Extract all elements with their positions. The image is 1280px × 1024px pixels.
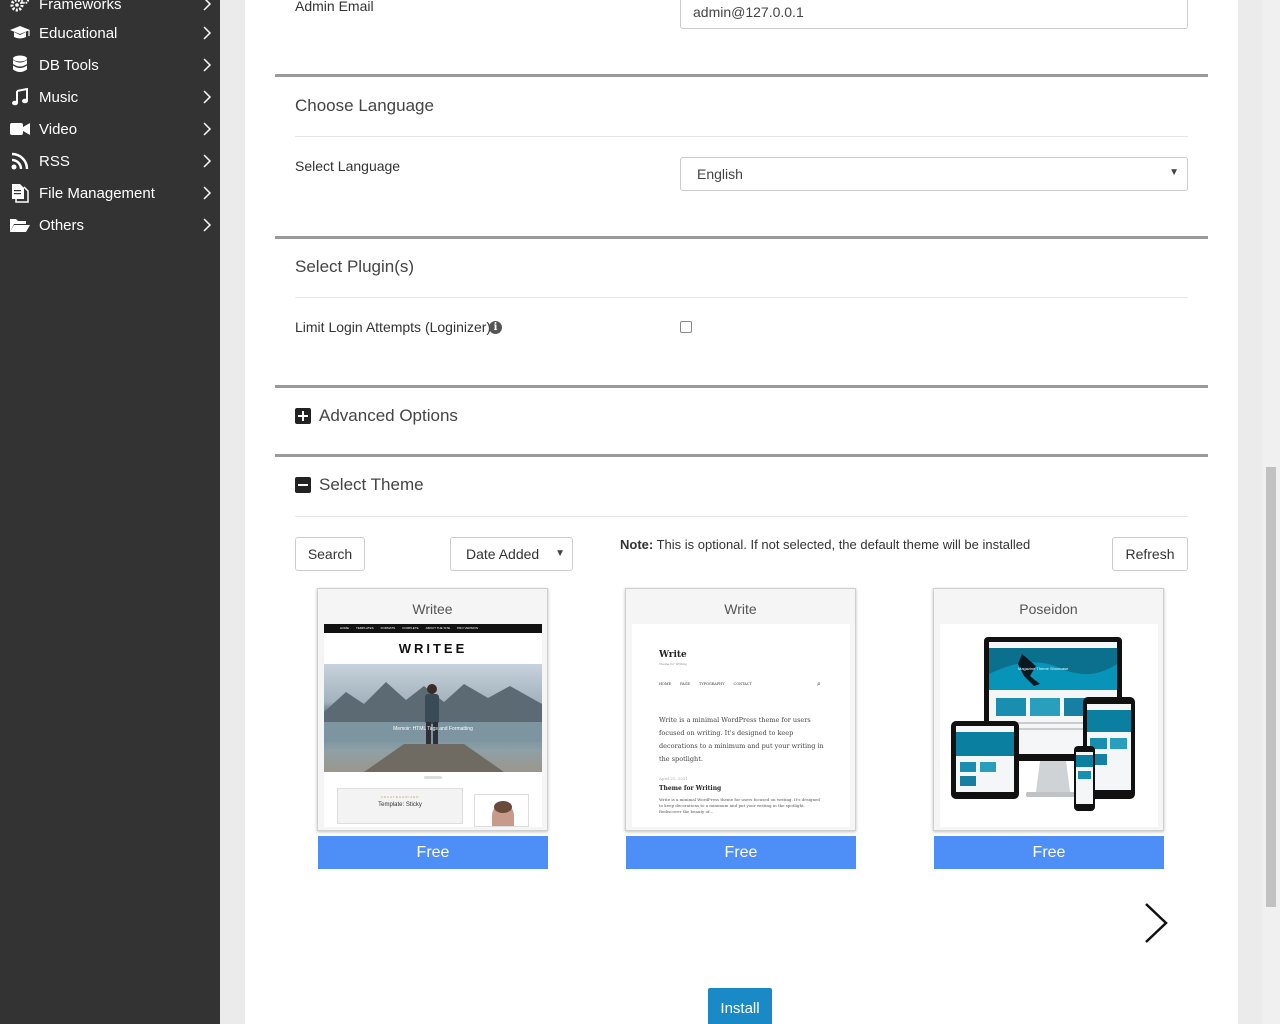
dropdown-arrow-icon: ▼ <box>1169 167 1179 178</box>
plus-square-icon <box>295 408 311 424</box>
preview-search-icon: ⌕ <box>817 680 821 688</box>
graduation-cap-icon <box>9 23 31 43</box>
sidebar: Frameworks Educational DB Tools Music Vi… <box>0 0 220 1024</box>
theme-preview-image: HOME TEMPLATES FORMATS COMPLETE ABOUT THE SI… <box>324 624 542 827</box>
theme-note: Note: This is optional. If not selected,… <box>620 537 1030 552</box>
note-bold: Note: <box>620 537 654 552</box>
language-selected-value: English <box>697 166 743 182</box>
sidebar-item-rss[interactable]: RSS <box>0 145 220 177</box>
plugin-loginizer-checkbox[interactable] <box>680 321 692 333</box>
sidebar-item-label: Video <box>39 120 78 138</box>
sidebar-item-file-management[interactable]: File Management <box>0 177 220 209</box>
section-divider <box>275 385 1208 388</box>
theme-search-button[interactable]: Search <box>295 537 365 571</box>
select-theme-toggle[interactable]: Select Theme <box>295 475 424 495</box>
theme-name: Poseidon <box>1019 601 1078 617</box>
page-scrollbar[interactable] <box>1262 0 1280 1024</box>
divider <box>295 516 1188 517</box>
advanced-options-heading: Advanced Options <box>319 406 458 425</box>
chevron-right-icon[interactable] <box>1142 901 1172 945</box>
theme-sort-select[interactable]: Date Added ▼ <box>450 537 573 571</box>
sidebar-item-label: DB Tools <box>39 56 99 74</box>
database-icon <box>9 55 31 75</box>
dropdown-arrow-icon: ▼ <box>555 548 565 559</box>
choose-language-heading: Choose Language <box>295 96 434 115</box>
chevron-right-icon <box>203 186 212 200</box>
install-form-panel: Admin Email admin@127.0.0.1 Choose Langu… <box>245 0 1238 1024</box>
divider <box>295 136 1188 137</box>
theme-card-poseidon[interactable]: Poseidon Magazine Theme Showcase <box>933 588 1164 831</box>
info-icon[interactable]: i <box>489 321 502 334</box>
language-select[interactable]: English ▼ <box>680 157 1188 191</box>
sort-selected-value: Date Added <box>466 546 540 562</box>
sidebar-item-label: Educational <box>39 24 118 42</box>
theme-poseidon-free-button[interactable]: Free <box>934 836 1164 869</box>
sidebar-item-others[interactable]: Others <box>0 209 220 241</box>
sidebar-item-label: Others <box>39 216 85 234</box>
admin-email-value: admin@127.0.0.1 <box>693 4 804 20</box>
sidebar-item-label: Music <box>39 88 79 106</box>
install-button[interactable]: Install <box>708 988 772 1024</box>
chevron-right-icon <box>203 0 212 11</box>
preview-hero-image: Memoir: HTML Tags and Formatting <box>324 664 542 772</box>
sidebar-item-label: Frameworks <box>39 0 122 13</box>
theme-refresh-button[interactable]: Refresh <box>1112 537 1188 571</box>
theme-card-writee[interactable]: Writee HOME TEMPLATES FORMATS COMPLETE ABOUT… <box>317 588 548 831</box>
preview-nav: HOME PAGE TYPOGRAPHY CONTACT <box>659 682 752 686</box>
theme-writee-free-button[interactable]: Free <box>318 836 548 869</box>
select-plugins-heading: Select Plugin(s) <box>295 257 415 276</box>
sidebar-item-video[interactable]: Video <box>0 113 220 145</box>
gears-icon <box>9 0 31 14</box>
chevron-right-icon <box>203 154 212 168</box>
admin-email-label: Admin Email <box>295 0 374 14</box>
rss-icon <box>9 151 31 171</box>
chevron-right-icon <box>203 218 212 232</box>
sidebar-item-label: File Management <box>39 184 155 202</box>
folder-open-icon <box>9 215 31 235</box>
plugin-loginizer-label: Limit Login Attempts (Loginizer) <box>295 319 492 335</box>
preview-logo: WRITEE <box>398 641 468 656</box>
files-icon <box>9 183 31 203</box>
chevron-right-icon <box>203 58 212 72</box>
sidebar-item-label: RSS <box>39 152 70 170</box>
theme-preview-image: Write Theme for Writing HOME PAGE TYPOGRAP… <box>632 624 850 827</box>
section-divider <box>275 74 1208 77</box>
admin-email-input[interactable]: admin@127.0.0.1 <box>680 0 1188 29</box>
preview-dots <box>424 776 442 779</box>
chevron-right-icon <box>203 26 212 40</box>
note-text: This is optional. If not selected, the d… <box>653 537 1031 552</box>
theme-write-free-button[interactable]: Free <box>626 836 856 869</box>
music-icon <box>9 87 31 107</box>
scrollbar-thumb[interactable] <box>1266 467 1276 907</box>
sidebar-item-db-tools[interactable]: DB Tools <box>0 49 220 81</box>
preview-author-card <box>474 794 529 827</box>
preview-nav-bar: HOME TEMPLATES FORMATS COMPLETE ABOUT THE SI… <box>324 624 542 633</box>
theme-name: Write <box>724 601 757 617</box>
sidebar-item-music[interactable]: Music <box>0 81 220 113</box>
select-language-label: Select Language <box>295 158 401 174</box>
sidebar-item-educational[interactable]: Educational <box>0 17 220 49</box>
video-camera-icon <box>9 119 31 139</box>
select-theme-heading: Select Theme <box>319 475 424 494</box>
preview-post-card: UNCATEGORIZED Template: Sticky <box>337 788 463 824</box>
divider <box>295 297 1188 298</box>
chevron-right-icon <box>203 122 212 136</box>
minus-square-icon <box>295 477 311 493</box>
theme-preview-image: Magazine Theme Showcase <box>940 624 1158 827</box>
theme-name: Writee <box>412 601 453 617</box>
theme-card-write[interactable]: Write Write Theme for Writing HOME PAGE TY… <box>625 588 856 831</box>
section-divider <box>275 454 1208 457</box>
section-divider <box>275 236 1208 239</box>
chevron-right-icon <box>203 90 212 104</box>
advanced-options-toggle[interactable]: Advanced Options <box>295 406 458 426</box>
